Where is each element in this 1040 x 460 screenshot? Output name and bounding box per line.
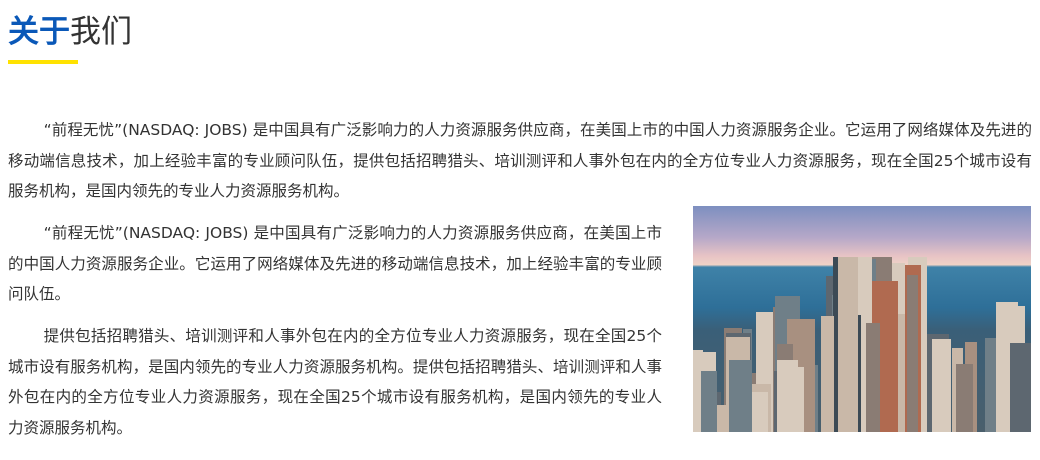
building-shape <box>820 316 834 432</box>
page-title: 关于我们 <box>8 12 132 52</box>
building-shape <box>932 339 951 432</box>
intro-paragraph: “前程无忧”(NASDAQ: JOBS) 是中国具有广泛影响力的人力资源服务供应… <box>8 121 1032 200</box>
title-rest: 我们 <box>70 14 132 50</box>
title-underline <box>8 60 78 64</box>
city-skyline-image <box>693 206 1031 432</box>
building-shape <box>838 257 859 432</box>
title-highlight: 关于 <box>8 14 70 50</box>
building-shape <box>776 360 798 432</box>
building-shape <box>1009 342 1031 432</box>
paragraph-3: 提供包括招聘猎头、培训测评和人事外包在内的全方位专业人力资源服务，现在全国25个… <box>8 327 662 437</box>
building-shape <box>955 364 973 432</box>
building-shape <box>907 275 919 432</box>
paragraph-2: “前程无忧”(NASDAQ: JOBS) 是中国具有广泛影响力的人力资源服务供应… <box>8 224 662 303</box>
building-shape <box>865 322 880 432</box>
building-shape <box>728 360 753 432</box>
building-shape <box>700 370 717 432</box>
